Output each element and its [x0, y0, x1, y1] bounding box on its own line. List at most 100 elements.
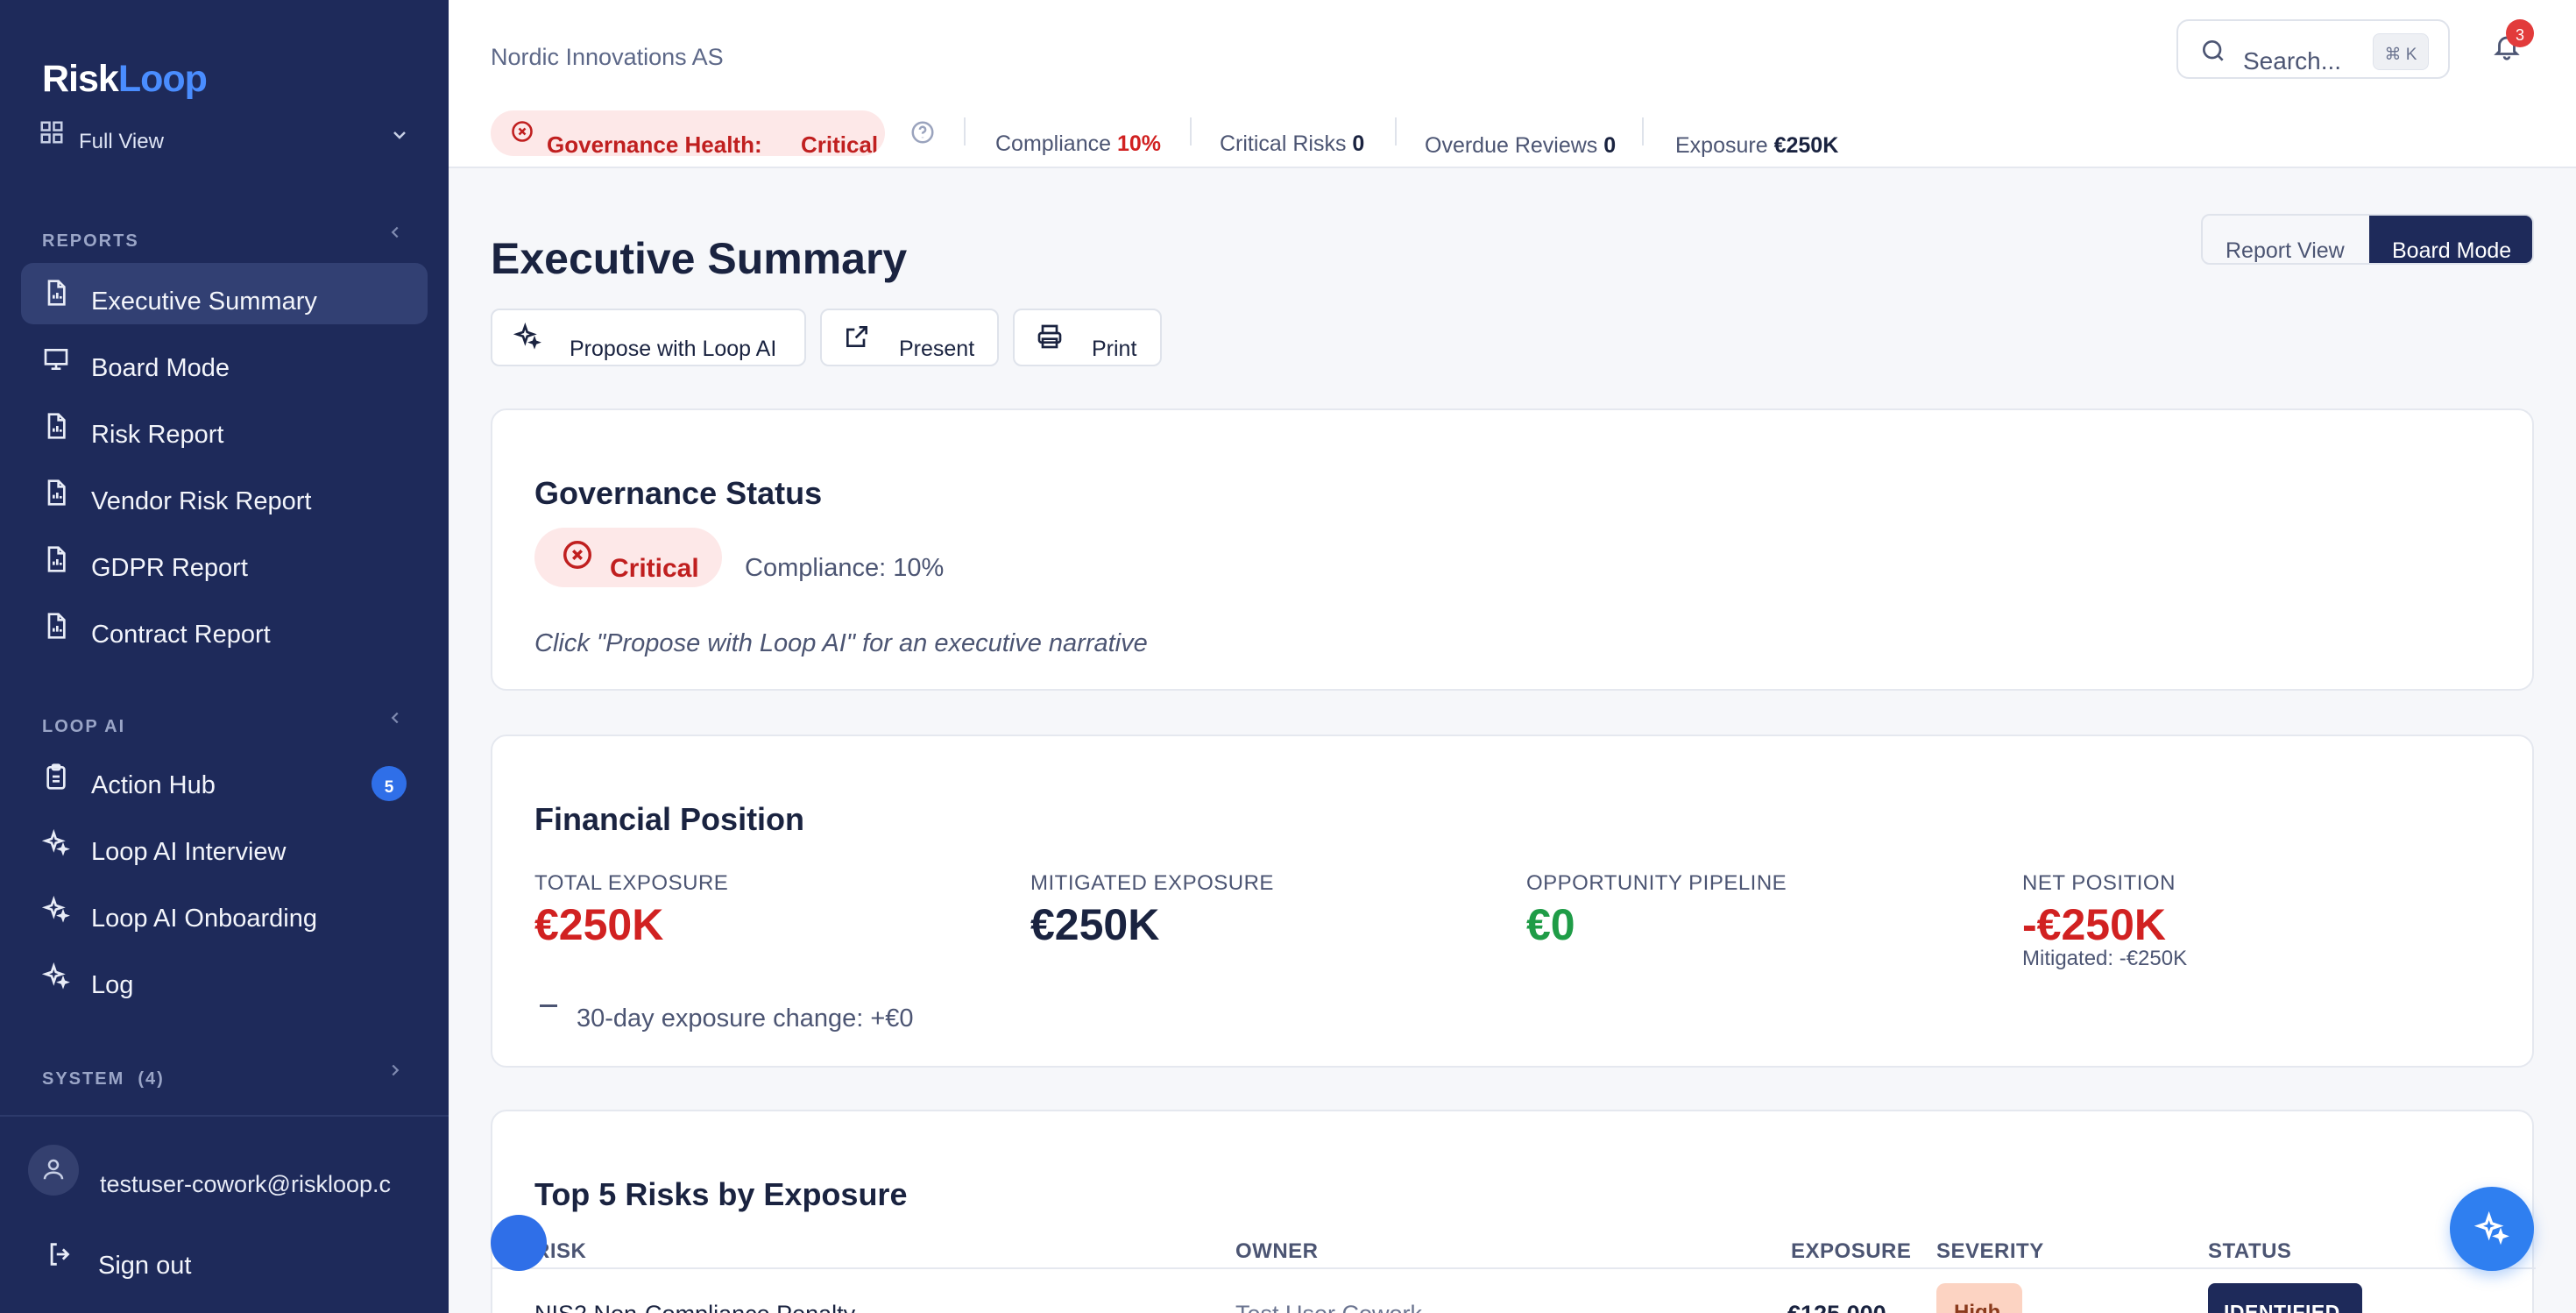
sidebar-item-action-hub[interactable]: Action Hub 5 — [21, 747, 428, 808]
mitigated-exposure-value: €250K — [1030, 900, 1160, 949]
company-name[interactable]: Nordic Innovations AS — [491, 44, 724, 72]
sign-out-label: Sign out — [98, 1252, 192, 1280]
metric-label: Compliance — [995, 131, 1112, 156]
column-header-severity[interactable]: SEVERITY — [1936, 1239, 2044, 1264]
separator — [1395, 117, 1397, 145]
column-header-status[interactable]: STATUS — [2208, 1239, 2291, 1264]
sparkles-icon — [42, 896, 70, 923]
external-link-icon — [846, 326, 867, 347]
view-selector[interactable]: Full View — [39, 117, 410, 153]
card-title: Top 5 Risks by Exposure — [534, 1176, 908, 1212]
help-circle-icon[interactable] — [909, 119, 936, 145]
section-header-system[interactable]: SYSTEM (4) — [42, 1069, 165, 1089]
present-button[interactable]: Present — [820, 309, 999, 366]
card-title: Financial Position — [534, 801, 805, 837]
sidebar-divider — [0, 1115, 449, 1117]
sidebar-item-loop-ai-onboarding[interactable]: Loop AI Onboarding — [21, 880, 428, 941]
health-label: Governance Health: — [547, 131, 762, 156]
sidebar-item-contract-report[interactable]: Contract Report — [21, 596, 428, 657]
total-exposure-label: TOTAL EXPOSURE — [534, 871, 729, 895]
grid-icon — [40, 121, 63, 144]
print-button[interactable]: Print — [1013, 309, 1162, 366]
net-position-subtext: Mitigated: -€250K — [2022, 947, 2188, 970]
risk-owner: Test User Cowork — [1235, 1301, 1422, 1313]
column-header-owner[interactable]: OWNER — [1235, 1239, 1319, 1264]
board-mode-button[interactable]: Board Mode — [2369, 216, 2532, 263]
sidebar-item-label: Loop AI Interview — [91, 838, 287, 866]
user-profile[interactable]: testuser-cowork@riskloop.c — [28, 1145, 422, 1204]
sidebar-item-log[interactable]: Log — [21, 947, 428, 1008]
report-doc-icon — [47, 280, 66, 306]
x-circle-icon — [563, 541, 591, 569]
sidebar-item-risk-report[interactable]: Risk Report — [21, 396, 428, 458]
severity-text: High — [1954, 1301, 2001, 1313]
status-badge: IDENTIFIED — [2208, 1283, 2362, 1313]
total-exposure-value: €250K — [534, 900, 664, 949]
sparkles-icon — [2474, 1211, 2509, 1246]
opportunity-pipeline-value: €0 — [1526, 900, 1575, 949]
status-text: IDENTIFIED — [2224, 1301, 2340, 1313]
chevron-left-icon[interactable] — [386, 708, 405, 727]
metric-value: 0 — [1603, 133, 1617, 158]
narrative-hint: Click "Propose with Loop AI" for an exec… — [534, 629, 1148, 657]
sidebar-item-label: Contract Report — [91, 621, 271, 649]
app-logo[interactable]: RiskLoop — [42, 58, 208, 101]
user-email: testuser-cowork@riskloop.c — [100, 1171, 392, 1197]
financial-position-card: Financial Position TOTAL EXPOSURE €250K … — [491, 735, 2534, 1068]
sparkles-icon — [42, 829, 70, 856]
net-position-value: -€250K — [2022, 900, 2166, 949]
user-icon — [43, 1159, 64, 1180]
sidebar-item-executive-summary[interactable]: Executive Summary — [21, 263, 428, 324]
top-bar: Nordic Innovations AS Search... ⌘ K 3 Go… — [449, 0, 2576, 168]
sidebar-item-label: Loop AI Onboarding — [91, 905, 317, 933]
table-header-divider — [492, 1267, 2536, 1269]
avatar — [28, 1145, 79, 1196]
button-label: Propose with Loop AI — [570, 337, 777, 361]
column-header-exposure[interactable]: EXPOSURE — [1791, 1239, 1911, 1264]
status-badge: Critical — [534, 528, 722, 587]
sidebar: RiskLoop Full View REPORTS Executive Sum… — [0, 0, 449, 1313]
sidebar-item-label: Log — [91, 971, 134, 999]
sidebar-item-gdpr-report[interactable]: GDPR Report — [21, 529, 428, 591]
risk-exposure: €125,000 — [1787, 1301, 1886, 1313]
section-header-loop-ai: LOOP AI — [42, 717, 126, 736]
exposure-change-text: 30-day exposure change: +€0 — [577, 1004, 914, 1033]
report-doc-icon — [47, 613, 66, 639]
view-toggle: Report View Board Mode — [2201, 214, 2534, 265]
chevron-right-icon[interactable] — [386, 1061, 405, 1080]
keyboard-shortcut: ⌘ K — [2373, 33, 2429, 70]
propose-with-loop-ai-button[interactable]: Propose with Loop AI — [491, 309, 806, 366]
sparkles-icon — [513, 323, 541, 350]
report-view-button[interactable]: Report View — [2203, 216, 2369, 263]
search-input[interactable]: Search... ⌘ K — [2176, 19, 2450, 79]
sidebar-item-label: GDPR Report — [91, 554, 248, 582]
chevron-left-icon[interactable] — [386, 223, 405, 242]
search-placeholder: Search... — [2243, 47, 2342, 75]
chevron-down-icon — [393, 131, 406, 139]
sidebar-item-loop-ai-interview[interactable]: Loop AI Interview — [21, 813, 428, 875]
page-title: Executive Summary — [491, 234, 908, 283]
sidebar-item-label: Board Mode — [91, 354, 230, 382]
sparkles-icon — [42, 962, 70, 990]
compliance-text: Compliance: 10% — [745, 554, 945, 582]
health-value: Critical — [801, 131, 879, 156]
sidebar-item-label: Executive Summary — [91, 287, 317, 316]
minus-icon — [540, 1004, 557, 1007]
report-doc-icon — [47, 479, 66, 506]
button-label: Present — [899, 337, 975, 361]
cursor-indicator — [491, 1215, 547, 1271]
separator — [1190, 117, 1192, 145]
system-label: SYSTEM — [42, 1069, 125, 1089]
sidebar-item-board-mode[interactable]: Board Mode — [21, 330, 428, 391]
x-circle-icon — [512, 121, 533, 142]
mitigated-exposure-label: MITIGATED EXPOSURE — [1030, 871, 1274, 895]
sidebar-item-label: Vendor Risk Report — [91, 487, 312, 515]
metric-value: 10% — [1116, 131, 1162, 156]
sidebar-item-vendor-risk-report[interactable]: Vendor Risk Report — [21, 463, 428, 524]
sidebar-item-label: Action Hub — [91, 771, 216, 799]
notifications-button[interactable]: 3 — [2485, 19, 2534, 67]
loop-ai-assistant-button[interactable] — [2450, 1187, 2534, 1271]
governance-status-card: Governance Status Critical Compliance: 1… — [491, 408, 2534, 691]
sign-out-button[interactable]: Sign out — [46, 1236, 308, 1280]
governance-health-pill[interactable]: Governance Health: Critical — [491, 110, 885, 156]
